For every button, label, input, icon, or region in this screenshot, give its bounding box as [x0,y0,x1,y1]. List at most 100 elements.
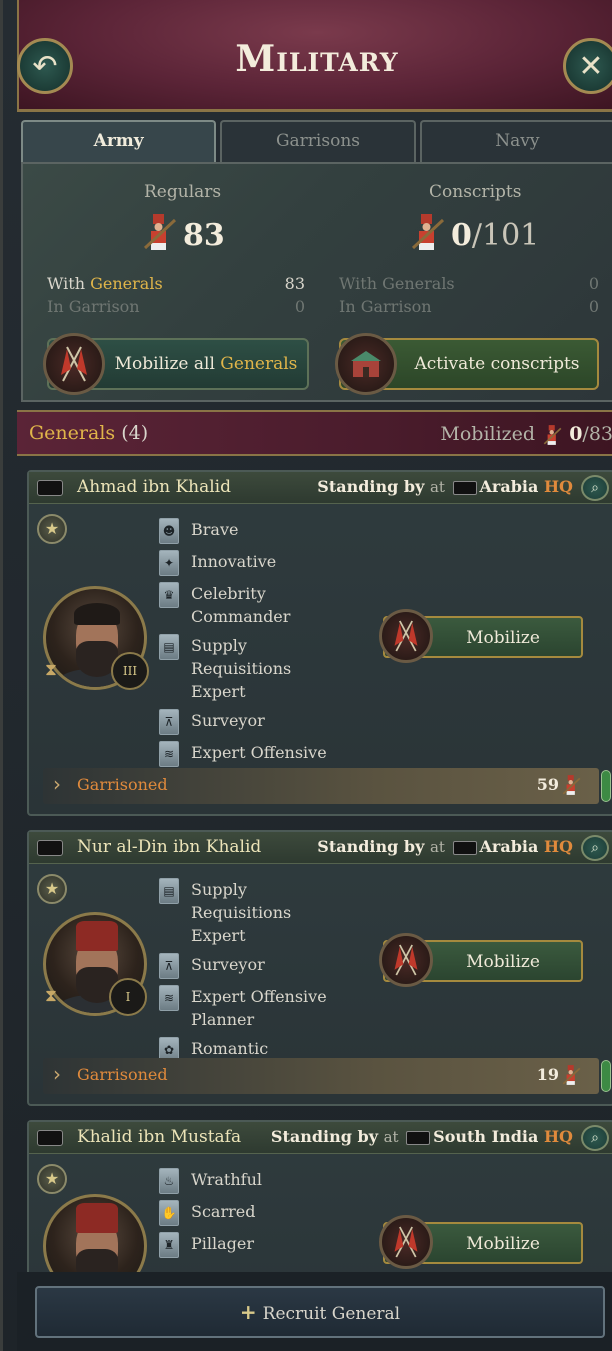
status-text: Standing by [270,1127,379,1146]
mobilize-all-generals-button[interactable]: Mobilize all Generals [43,333,309,395]
general-name[interactable]: Ahmad ibn Khalid [77,477,231,497]
close-icon: ✕ [578,48,604,84]
regulars-with-generals-label: With Generals [47,274,163,293]
trait-label: Innovative [191,552,277,571]
recruit-general-button[interactable]: + Recruit General [35,1286,605,1338]
trait-item[interactable]: ⊼ Surveyor [159,953,359,979]
mobilize-label: Mobilize [466,952,540,972]
trait-item[interactable]: ▤ Supply Requisitions Expert [159,878,329,947]
mobilize-button[interactable]: Mobilize [379,1215,583,1269]
mobilize-button[interactable]: Mobilize [379,609,583,663]
generals-link: Generals [90,274,163,293]
barracks-icon [335,333,397,395]
zoom-to-general-button[interactable]: ⌕ [581,1125,609,1151]
trait-item[interactable]: ♜ Pillager [159,1232,359,1258]
plus-icon: + [239,1300,257,1324]
activate-conscripts-label: Activate conscripts [414,354,580,374]
trait-label: Brave [191,520,239,539]
generals-count: 4 [128,422,141,444]
garrison-label: Garrisoned [77,1065,168,1084]
hand-icon: ✋ [159,1200,179,1226]
mobilized-max: /83 [582,423,612,445]
chevron-right-icon: › [53,1062,61,1086]
favorite-star-icon[interactable]: ★ [37,514,67,544]
generals-title-text: Generals [29,422,116,444]
chevron-right-icon: › [53,772,61,796]
conscripts-current: 0 [451,218,472,253]
status-text: Standing by [317,477,425,496]
trait-item[interactable]: ≋ Expert Offensive Planner [159,985,329,1031]
back-arrow-icon: ↶ [32,48,58,84]
trait-label: Pillager [191,1234,255,1253]
panel-title: Military [235,38,399,80]
soldier-icon [562,775,581,795]
trait-item[interactable]: ✦ Innovative [159,550,359,576]
activate-conscripts-button[interactable]: Activate conscripts [335,333,599,395]
trait-label: Supply Requisitions Expert [191,880,292,945]
hq-location[interactable]: Arabia [480,837,539,856]
readiness-pip [601,1060,611,1092]
mobilized-value: 0 [569,423,583,445]
hq-label: HQ [543,837,573,856]
general-card: Nur al-Din ibn Khalid Standing by at Ara… [27,830,612,1106]
magnifier-icon: ⌕ [591,480,599,496]
general-status: Standing by at Arabia HQ [317,477,573,496]
conscripts-max: /101 [471,218,540,253]
lightbulb-icon: ✦ [159,550,179,576]
portrait-hair [74,603,120,625]
regulars-label: Regulars [144,182,222,202]
trait-item[interactable]: ⊼ Surveyor [159,709,359,735]
general-card: Ahmad ibn Khalid Standing by at Arabia H… [27,470,612,816]
soldier-icon [562,1065,581,1085]
barrel-icon: ▤ [159,878,179,904]
general-name[interactable]: Nur al-Din ibn Khalid [77,837,261,857]
garrison-label: Garrisoned [77,775,168,794]
conscript-soldier-icon [411,214,445,250]
hq-location[interactable]: South India [433,1127,538,1146]
hq-flag-icon [406,1130,431,1145]
portrait-fez [76,921,118,951]
general-name[interactable]: Khalid ibn Mustafa [77,1127,241,1147]
mobilized-label: Mobilized [440,423,536,445]
tab-garrisons[interactable]: Garrisons [220,120,416,162]
generals-header-bar: Generals (4) Mobilized 0/83 [17,410,612,456]
hq-label: HQ [543,1127,573,1146]
trait-item[interactable]: ▤ Supply Requisitions Expert [159,634,329,703]
general-card-header: Ahmad ibn Khalid Standing by at Arabia H… [29,472,612,504]
panel-header: Military [17,0,612,112]
close-button[interactable]: ✕ [563,38,612,94]
zoom-to-general-button[interactable]: ⌕ [581,835,609,861]
flame-icon: ♨ [159,1168,179,1194]
general-flag-icon [37,1130,63,1146]
recruit-general-label: Recruit General [262,1304,401,1324]
trait-item[interactable]: ♨ Wrathful [159,1168,359,1194]
regulars-in-garrison-label: In Garrison [47,297,140,316]
trait-item[interactable]: ☻ Brave [159,518,359,544]
hq-flag-icon [452,840,477,855]
rank-badge-icon: III [111,652,149,690]
trait-label: Celebrity Commander [191,584,291,626]
back-button[interactable]: ↶ [17,38,73,94]
tab-army[interactable]: Army [21,120,217,162]
conscripts-in-garrison-label: In Garrison [339,297,432,316]
theodolite-icon: ⊼ [159,709,179,735]
tab-navy[interactable]: Navy [419,120,612,162]
conscripts-with-generals-label: With Generals [339,274,455,293]
hourglass-icon: ⧗ [45,660,57,680]
favorite-star-icon[interactable]: ★ [37,874,67,904]
trait-item[interactable]: ♛ Celebrity Commander [159,582,359,628]
status-at: at [429,838,445,856]
favorite-star-icon[interactable]: ★ [37,1164,67,1194]
chevron-rank-icon: ≋ [159,741,179,767]
general-card-header: Nur al-Din ibn Khalid Standing by at Ara… [29,832,612,864]
hourglass-icon: ⧗ [45,986,57,1006]
zoom-to-general-button[interactable]: ⌕ [581,475,609,501]
general-flag-icon [37,840,63,856]
garrison-expander[interactable]: › Garrisoned 19 [43,1058,611,1094]
general-flag-icon [37,480,63,496]
garrison-expander[interactable]: › Garrisoned 59 [43,768,611,804]
trait-item[interactable]: ✋ Scarred [159,1200,359,1226]
mobilize-button[interactable]: Mobilize [379,933,583,987]
trait-list: ☻ Brave ✦ Innovative ♛ Celebrity Commander … [159,518,359,793]
hq-location[interactable]: Arabia [480,477,539,496]
